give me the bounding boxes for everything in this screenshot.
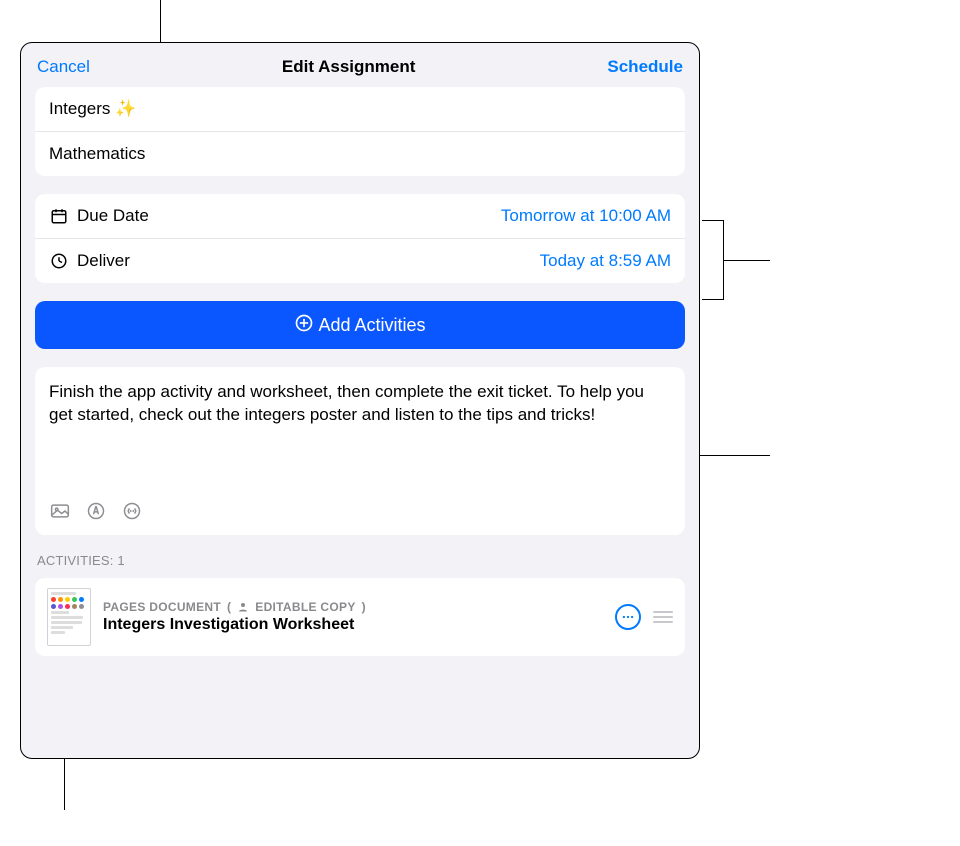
edit-assignment-panel: Cancel Edit Assignment Schedule Integers… bbox=[20, 42, 700, 759]
person-icon bbox=[237, 601, 249, 613]
deliver-row[interactable]: Deliver Today at 8:59 AM bbox=[35, 238, 685, 283]
due-date-label: Due Date bbox=[77, 206, 149, 226]
more-button[interactable] bbox=[615, 604, 641, 630]
assignment-class-value: Mathematics bbox=[49, 144, 145, 163]
activity-meta: PAGES DOCUMENT ( EDITABLE COPY ) Integer… bbox=[103, 600, 603, 634]
activity-badge-label: EDITABLE COPY bbox=[255, 600, 355, 614]
assignment-title-field[interactable]: Integers ✨ bbox=[35, 87, 685, 131]
add-activities-label: Add Activities bbox=[318, 315, 425, 336]
page-title: Edit Assignment bbox=[282, 57, 416, 77]
activity-type-label: PAGES DOCUMENT bbox=[103, 600, 221, 614]
instructions-card: Finish the app activity and worksheet, t… bbox=[35, 367, 685, 535]
audio-icon[interactable] bbox=[121, 501, 143, 521]
activity-title: Integers Investigation Worksheet bbox=[103, 616, 603, 634]
due-date-row[interactable]: Due Date Tomorrow at 10:00 AM bbox=[35, 194, 685, 238]
activities-section-label: ACTIVITIES: 1 bbox=[37, 553, 683, 568]
schedule-card: Due Date Tomorrow at 10:00 AM Deliver To… bbox=[35, 194, 685, 283]
assignment-info-card: Integers ✨ Mathematics bbox=[35, 87, 685, 176]
assignment-title-value: Integers ✨ bbox=[49, 99, 136, 118]
activity-row[interactable]: PAGES DOCUMENT ( EDITABLE COPY ) Integer… bbox=[35, 578, 685, 656]
instructions-field[interactable]: Finish the app activity and worksheet, t… bbox=[49, 381, 671, 491]
deliver-label: Deliver bbox=[77, 251, 130, 271]
calendar-icon bbox=[49, 206, 69, 226]
clock-icon bbox=[49, 251, 69, 271]
due-date-value: Tomorrow at 10:00 AM bbox=[501, 206, 671, 226]
header: Cancel Edit Assignment Schedule bbox=[21, 43, 699, 87]
instructions-toolbar bbox=[49, 501, 671, 521]
drag-handle-icon[interactable] bbox=[653, 611, 673, 623]
add-activities-button[interactable]: Add Activities bbox=[35, 301, 685, 349]
deliver-value: Today at 8:59 AM bbox=[540, 251, 671, 271]
activity-thumbnail bbox=[47, 588, 91, 646]
activity-actions bbox=[615, 604, 673, 630]
callout-line-dates bbox=[724, 260, 770, 261]
schedule-button[interactable]: Schedule bbox=[607, 57, 683, 77]
plus-circle-icon bbox=[294, 313, 314, 338]
callout-bracket-dates bbox=[702, 220, 724, 300]
photo-icon[interactable] bbox=[49, 501, 71, 521]
markup-icon[interactable] bbox=[85, 501, 107, 521]
cancel-button[interactable]: Cancel bbox=[37, 57, 90, 77]
assignment-class-field[interactable]: Mathematics bbox=[35, 131, 685, 176]
